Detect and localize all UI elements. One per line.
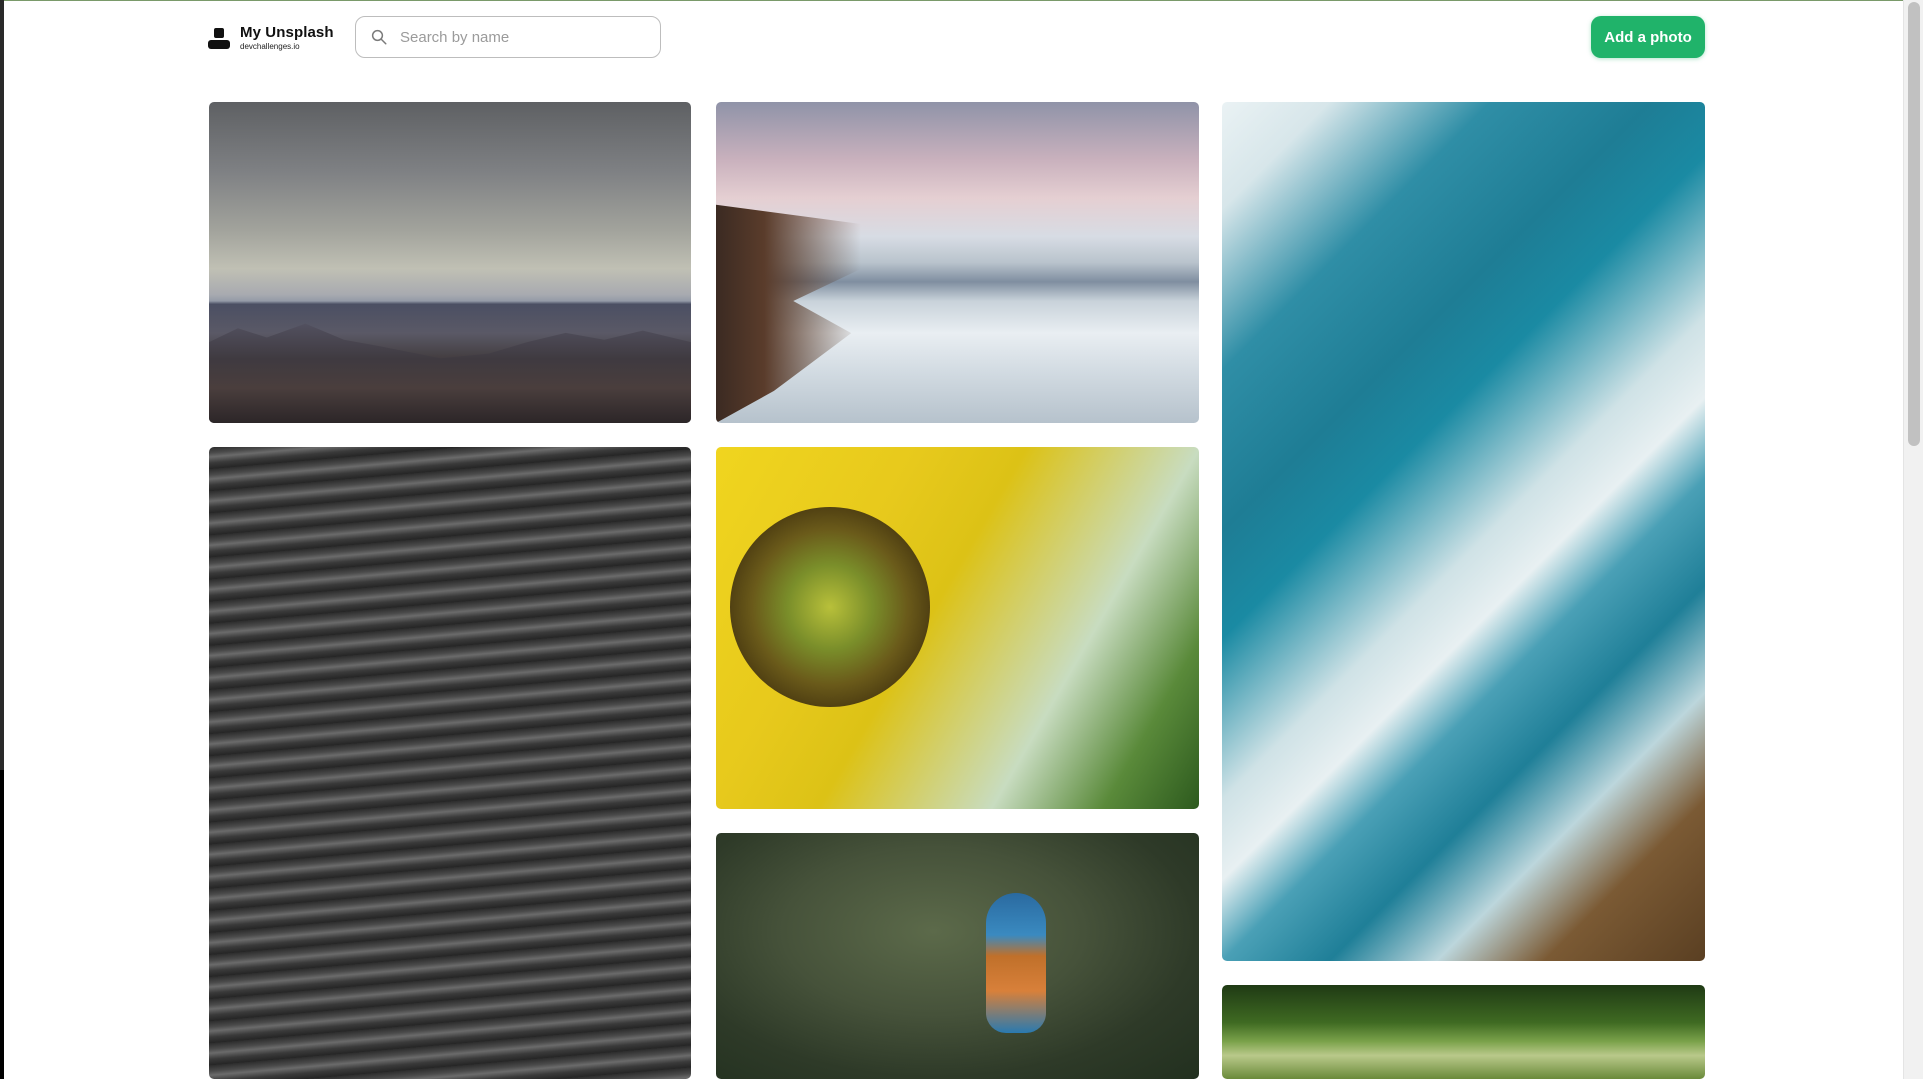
photo-kingfisher[interactable]: [716, 833, 1199, 1079]
logo[interactable]: My Unsplash devchallenges.io: [208, 22, 334, 54]
window-left-edge-dark: [0, 770, 4, 1079]
page-scrollbar[interactable]: [1903, 0, 1923, 1079]
mountain-silhouette: [209, 323, 691, 423]
add-photo-button[interactable]: Add a photo: [1591, 16, 1705, 58]
rock-shore: [716, 204, 948, 423]
logo-subtitle: devchallenges.io: [240, 42, 300, 51]
photo-forest[interactable]: [1222, 985, 1705, 1079]
scrollbar-thumb[interactable]: [1908, 2, 1920, 446]
search-box[interactable]: [355, 16, 661, 58]
search-icon: [371, 29, 387, 45]
sunflower-center: [730, 507, 930, 707]
photo-desert-mountains[interactable]: [209, 102, 691, 423]
logo-title: My Unsplash: [240, 24, 334, 41]
photo-aerial-waves[interactable]: [1222, 102, 1705, 961]
search-input[interactable]: [400, 28, 640, 46]
photo-beach-shore[interactable]: [716, 102, 1199, 423]
window-top-edge: [0, 0, 1923, 1]
app-header: My Unsplash devchallenges.io Add a photo: [208, 16, 1705, 58]
photo-gray-sea[interactable]: [209, 447, 691, 1079]
logo-icon: [208, 26, 232, 50]
logo-text: My Unsplash devchallenges.io: [240, 25, 334, 51]
photo-sunflower[interactable]: [716, 447, 1199, 809]
kingfisher-bird: [986, 893, 1046, 1033]
